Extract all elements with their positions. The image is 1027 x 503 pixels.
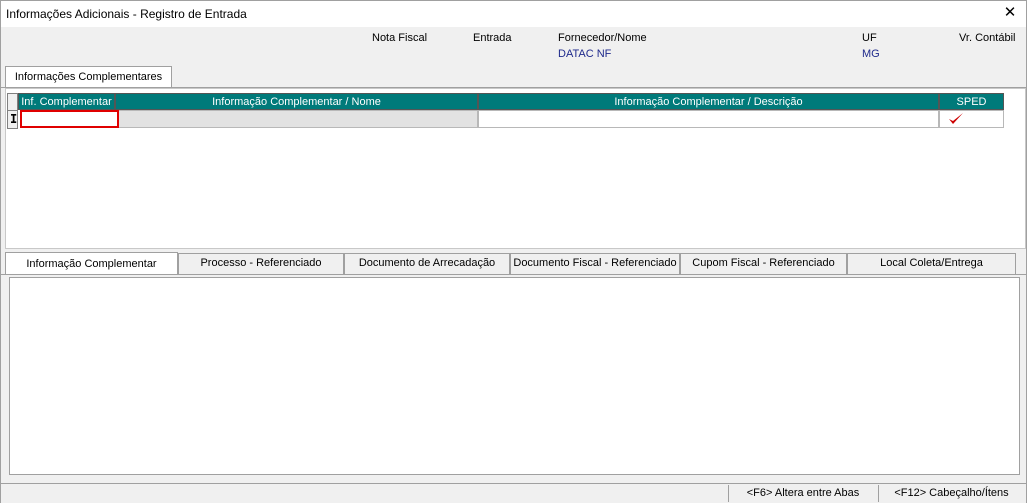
sped-checkmark-icon[interactable] [947,111,965,127]
cell-descricao[interactable] [478,110,939,128]
tab-informacao-complementar[interactable]: Informação Complementar [5,252,178,274]
status-f12-cabecalho-itens: <F12> Cabeçalho/Ítens [878,485,1024,502]
bottom-tabs: Informação Complementar Processo - Refer… [5,252,1019,275]
uf-label: UF [862,32,877,44]
column-header-nome[interactable]: Informação Complementar / Nome [115,93,478,110]
status-bar: <F6> Altera entre Abas <F12> Cabeçalho/Í… [1,483,1026,503]
cell-nome[interactable] [115,110,478,128]
entrada-label: Entrada [473,32,512,44]
uf-value: MG [862,48,880,60]
fornecedor-label: Fornecedor/Nome [558,32,647,44]
column-header-sped[interactable]: SPED [939,93,1004,110]
tab-documento-arrecadacao[interactable]: Documento de Arrecadação [344,253,510,274]
status-f6-alterna-abas: <F6> Altera entre Abas [728,485,877,502]
tab-documento-fiscal-referenciado[interactable]: Documento Fiscal - Referenciado [510,253,680,274]
tab-content-panel [9,277,1020,475]
tab-processo-referenciado[interactable]: Processo - Referenciado [178,253,344,274]
column-header-inf-complementar[interactable]: Inf. Complementar [18,93,115,110]
tab-informacoes-complementares[interactable]: Informações Complementares [5,66,172,88]
tab-cupom-fiscal-referenciado[interactable]: Cupom Fiscal - Referenciado [680,253,847,274]
title-bar: Informações Adicionais - Registro de Ent… [1,1,1026,27]
bottom-tabs-divider [1,274,1026,275]
text-cursor-icon: I [10,112,18,126]
vr-contabil-label: Vr. Contábil [959,32,1016,44]
header-info: Nota Fiscal Entrada Fornecedor/Nome DATA… [1,27,1026,65]
info-grid: I Inf. Complementar Informação Complemen… [7,93,1004,129]
tab-local-coleta-entrega[interactable]: Local Coleta/Entrega [847,253,1016,274]
inf-complementar-input[interactable] [20,110,119,128]
row-indicator[interactable]: I [7,93,18,129]
dialog-window: Informações Adicionais - Registro de Ent… [0,0,1027,503]
row-indicator-separator [8,110,17,111]
fornecedor-value: DATAC NF [558,48,612,60]
window-title: Informações Adicionais - Registro de Ent… [6,7,247,21]
column-header-descricao[interactable]: Informação Complementar / Descrição [478,93,939,110]
nota-fiscal-label: Nota Fiscal [372,32,428,44]
close-icon[interactable]: ✕ [1002,5,1018,21]
